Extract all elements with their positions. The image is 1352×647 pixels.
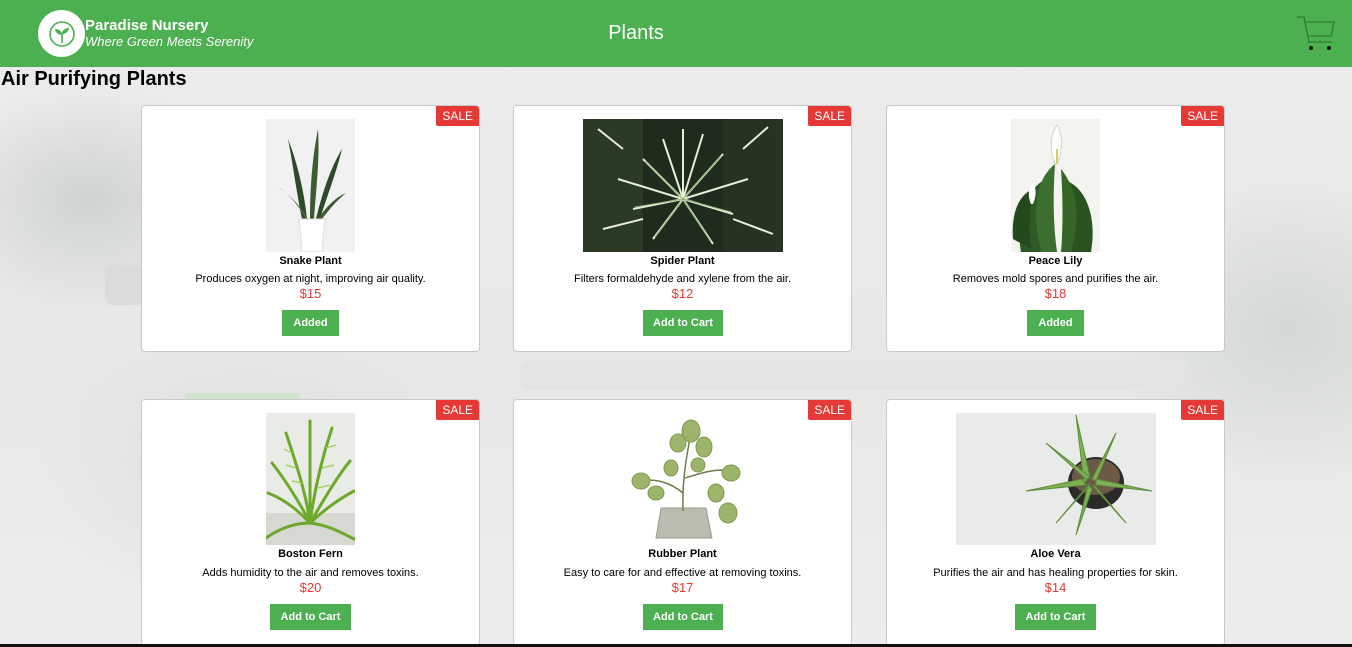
product-price: $17 bbox=[671, 580, 694, 595]
product-name: Rubber Plant bbox=[648, 548, 717, 560]
product-image bbox=[1011, 119, 1100, 252]
product-price: $18 bbox=[1044, 286, 1067, 301]
product-card: SALE Boston Fern Adds humidity to the ai… bbox=[141, 399, 480, 646]
product-card: SALE Rubber Plant Easy to care for and e… bbox=[513, 399, 852, 646]
product-description: Removes mold spores and purifies the air… bbox=[952, 273, 1159, 285]
product-description: Produces oxygen at night, improving air … bbox=[195, 273, 426, 285]
product-name: Spider Plant bbox=[650, 255, 715, 267]
product-card: SALE Peace Lily Removes mold spores and … bbox=[886, 105, 1225, 352]
product-card: SALE Aloe Vera Purifies the air and has … bbox=[886, 399, 1225, 646]
product-image bbox=[616, 413, 750, 545]
cart-button[interactable] bbox=[1296, 14, 1336, 54]
background-blur bbox=[105, 265, 145, 305]
added-button[interactable]: Added bbox=[1027, 310, 1084, 336]
product-card: SALE Snake Plant Produces oxygen at nigh… bbox=[141, 105, 480, 352]
product-card: SALE Spider Plant Filters formaldehyde a… bbox=[513, 105, 852, 352]
section-title: Air Purifying Plants bbox=[1, 68, 187, 90]
product-image bbox=[956, 413, 1156, 545]
add-to-cart-button[interactable]: Add to Cart bbox=[643, 310, 723, 336]
product-image bbox=[266, 413, 355, 545]
product-description: Purifies the air and has healing propert… bbox=[933, 567, 1178, 579]
product-name: Snake Plant bbox=[279, 255, 342, 267]
top-nav-bar: Paradise Nursery Where Green Meets Seren… bbox=[0, 0, 1352, 67]
product-name: Aloe Vera bbox=[1030, 548, 1081, 560]
product-name: Peace Lily bbox=[1028, 255, 1083, 267]
sale-badge: SALE bbox=[436, 106, 479, 126]
product-image bbox=[266, 119, 355, 252]
nav-plants-link[interactable]: Plants bbox=[0, 22, 1272, 45]
product-description: Adds humidity to the air and removes tox… bbox=[202, 567, 419, 579]
product-price: $14 bbox=[1044, 580, 1067, 595]
sale-badge: SALE bbox=[808, 106, 851, 126]
product-price: $15 bbox=[299, 286, 322, 301]
add-to-cart-button[interactable]: Add to Cart bbox=[270, 604, 351, 630]
product-name: Boston Fern bbox=[278, 548, 343, 560]
sale-badge: SALE bbox=[1181, 400, 1224, 420]
product-price: $20 bbox=[299, 580, 322, 595]
product-price: $12 bbox=[671, 286, 694, 301]
add-to-cart-button[interactable]: Add to Cart bbox=[1015, 604, 1096, 630]
added-button[interactable]: Added bbox=[282, 310, 339, 336]
shopping-cart-icon bbox=[1297, 16, 1335, 50]
sale-badge: SALE bbox=[436, 400, 479, 420]
product-description: Easy to care for and effective at removi… bbox=[563, 567, 802, 579]
sale-badge: SALE bbox=[1181, 106, 1224, 126]
add-to-cart-button[interactable]: Add to Cart bbox=[643, 604, 723, 630]
sale-badge: SALE bbox=[808, 400, 851, 420]
product-image bbox=[583, 119, 783, 252]
product-description: Filters formaldehyde and xylene from the… bbox=[573, 273, 792, 285]
background-blur bbox=[520, 360, 1190, 390]
